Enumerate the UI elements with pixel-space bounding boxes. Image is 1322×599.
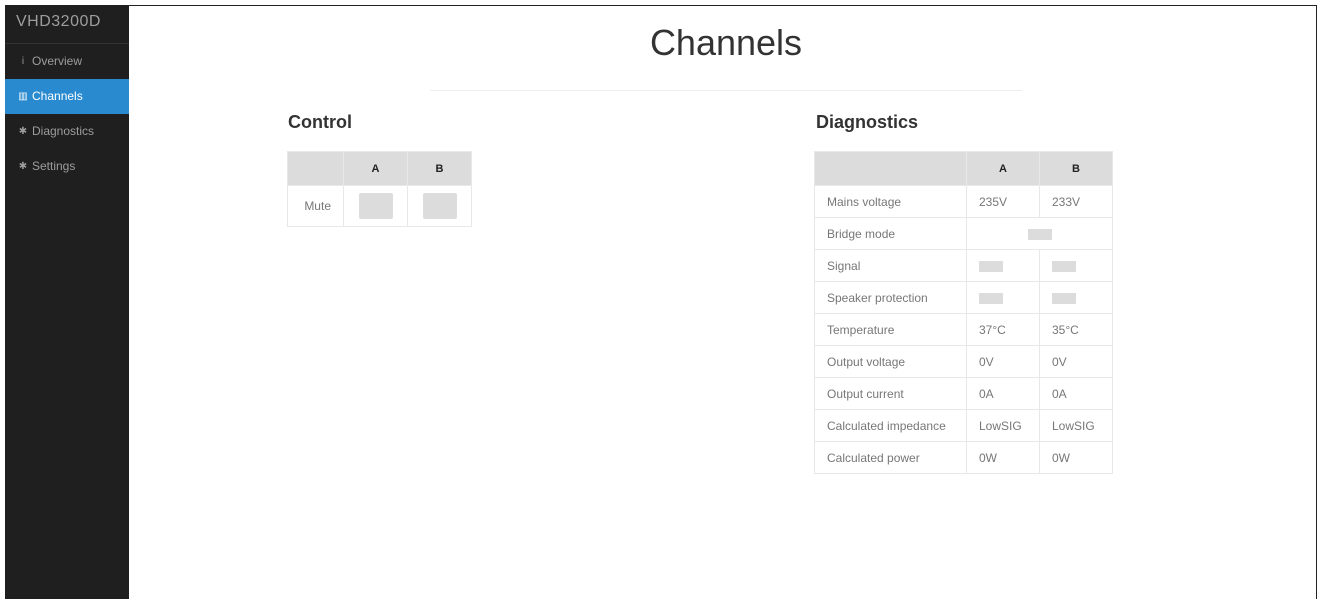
sidebar-item-settings[interactable]: ✱ Settings — [5, 149, 129, 184]
control-heading: Control — [288, 112, 352, 132]
table-row: Temperature 37°C 35°C — [814, 313, 1113, 346]
value-a: LowSIG — [966, 409, 1040, 442]
column-header-a: A — [343, 151, 408, 186]
value-a: 0V — [966, 345, 1040, 378]
speaker-protection-indicator-b — [1052, 292, 1076, 304]
mute-cell-b — [407, 185, 472, 227]
row-label: Bridge mode — [814, 217, 967, 250]
sidebar-item-channels[interactable]: ▥ Channels — [5, 79, 129, 114]
gear-icon: ✱ — [18, 126, 28, 137]
table-row: Calculated impedance LowSIG LowSIG — [814, 409, 1113, 442]
value-b: 0V — [1039, 345, 1113, 378]
value-a: 0W — [966, 441, 1040, 474]
column-header — [287, 151, 344, 186]
value-a: 235V — [966, 185, 1040, 218]
signal-indicator-b — [1052, 260, 1076, 272]
bar-chart-icon: ▥ — [18, 91, 28, 102]
speaker-cell-a — [966, 281, 1040, 314]
value-b: 35°C — [1039, 313, 1113, 346]
signal-cell-b — [1039, 249, 1113, 282]
sidebar-item-overview[interactable]: i Overview — [5, 44, 129, 79]
mute-toggle-a[interactable] — [358, 193, 393, 219]
diagnostics-heading: Diagnostics — [816, 112, 919, 132]
table-row: Signal — [814, 249, 1113, 282]
table-row: Output voltage 0V 0V — [814, 345, 1113, 378]
table-header-row: A B — [287, 151, 472, 186]
row-label: Temperature — [814, 313, 967, 346]
mute-cell-a — [343, 185, 408, 227]
value-a: 37°C — [966, 313, 1040, 346]
table-row: Speaker protection — [814, 281, 1113, 314]
column-header-a: A — [966, 151, 1040, 186]
page-title: Channels — [649, 22, 803, 63]
title-divider — [430, 90, 1022, 91]
signal-indicator-a — [979, 260, 1003, 272]
bridge-cell — [966, 217, 1113, 250]
sidebar: VHD3200D i Overview ▥ Channels ✱ Diagnos… — [5, 5, 129, 599]
sidebar-item-label: Overview — [32, 54, 83, 68]
row-label: Mains voltage — [814, 185, 967, 218]
gear-icon: ✱ — [18, 161, 28, 172]
control-table: A B Mute — [287, 151, 472, 227]
mute-toggle-b[interactable] — [422, 193, 457, 219]
row-label: Calculated impedance — [814, 409, 967, 442]
mute-label: Mute — [287, 185, 344, 227]
speaker-cell-b — [1039, 281, 1113, 314]
table-row: Output current 0A 0A — [814, 377, 1113, 410]
sidebar-item-label: Channels — [32, 89, 83, 103]
bridge-mode-indicator — [1027, 228, 1052, 240]
info-icon: i — [21, 56, 25, 67]
value-b: 0W — [1039, 441, 1113, 474]
speaker-protection-indicator-a — [979, 292, 1003, 304]
column-header-b: B — [1039, 151, 1113, 186]
row-label: Output voltage — [814, 345, 967, 378]
table-row: Mute — [287, 185, 472, 227]
sidebar-item-label: Diagnostics — [32, 124, 95, 138]
page-frame — [5, 5, 1317, 599]
row-label: Calculated power — [814, 441, 967, 474]
table-row: Calculated power 0W 0W — [814, 441, 1113, 474]
value-a: 0A — [966, 377, 1040, 410]
sidebar-item-diagnostics[interactable]: ✱ Diagnostics — [5, 114, 129, 149]
row-label: Speaker protection — [814, 281, 967, 314]
app-title: VHD3200D — [5, 5, 129, 44]
signal-cell-a — [966, 249, 1040, 282]
value-b: 233V — [1039, 185, 1113, 218]
column-header-b: B — [407, 151, 472, 186]
row-label: Signal — [814, 249, 967, 282]
value-b: 0A — [1039, 377, 1113, 410]
table-row: Mains voltage 235V 233V — [814, 185, 1113, 218]
sidebar-item-label: Settings — [32, 159, 76, 173]
diagnostics-table: A B Mains voltage 235V 233V Bridge mode … — [814, 151, 1113, 474]
table-row: Bridge mode — [814, 217, 1113, 250]
table-header-row: A B — [814, 151, 1113, 186]
value-b: LowSIG — [1039, 409, 1113, 442]
row-label: Output current — [814, 377, 967, 410]
column-header — [814, 151, 967, 186]
